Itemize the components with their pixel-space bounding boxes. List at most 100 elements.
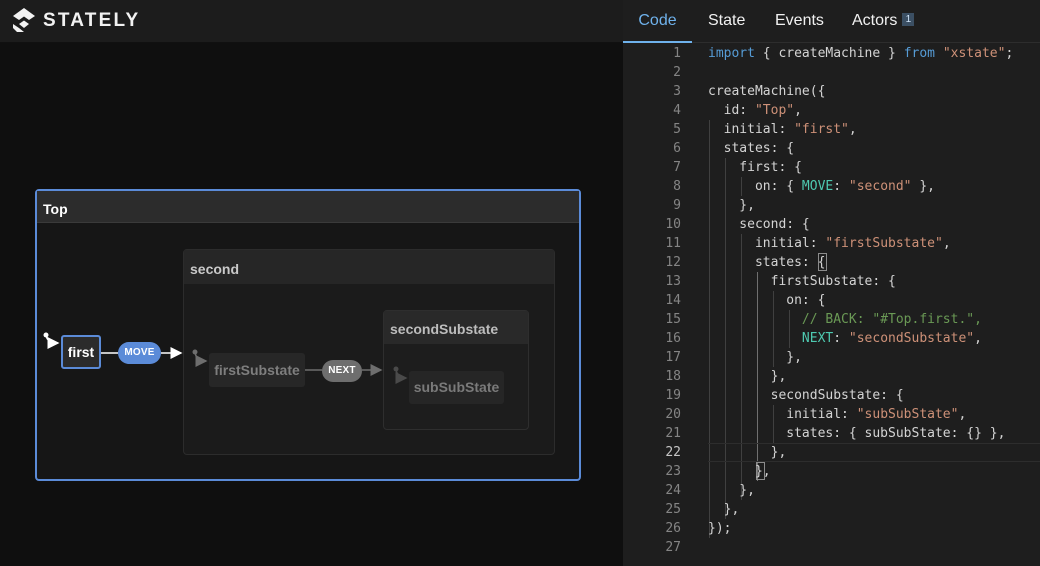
line-number: 19: [665, 388, 681, 403]
line-number: 5: [673, 122, 681, 137]
line-number: 13: [665, 274, 681, 289]
code-line[interactable]: 23 },: [623, 462, 1040, 481]
code-token: ,: [848, 122, 857, 137]
code-token: states: { subSubState: {} },: [708, 426, 1006, 441]
code-token: initial:: [708, 122, 795, 137]
code-line[interactable]: 8 on: { MOVE: "second" },: [623, 177, 1040, 196]
code-token: "Top": [754, 103, 795, 118]
code-token: ;: [1005, 46, 1014, 61]
state-first-substate[interactable]: firstSubstate: [209, 353, 305, 387]
code-line[interactable]: 20 initial: "subSubState",: [623, 405, 1040, 424]
tab-code-label: Code: [638, 12, 677, 29]
code-token: },: [708, 198, 755, 213]
code-token: states: {: [708, 255, 826, 270]
code-text: initial: "first",: [708, 120, 857, 139]
state-second-substate[interactable]: secondSubstate: [383, 310, 529, 430]
code-token: ,: [974, 331, 982, 346]
code-token: secondSubstate: {: [708, 388, 904, 403]
code-line[interactable]: 5 initial: "first",: [623, 120, 1040, 139]
code-line[interactable]: 7 first: {: [623, 158, 1040, 177]
code-token: states: {: [708, 141, 795, 156]
code-token: initial:: [708, 407, 857, 422]
brand-name[interactable]: STATELY: [43, 10, 140, 32]
code-editor[interactable]: 1 import { createMachine } from "xstate";…: [623, 44, 1040, 566]
code-line[interactable]: 17 },: [623, 348, 1040, 367]
code-line[interactable]: 4 id: "Top",: [623, 101, 1040, 120]
code-line[interactable]: 11 initial: "firstSubstate",: [623, 234, 1040, 253]
tab-events[interactable]: Events: [775, 0, 824, 43]
line-number: 20: [665, 407, 681, 422]
code-line[interactable]: 14 on: {: [623, 291, 1040, 310]
code-token: },: [708, 502, 740, 517]
state-top-label: Top: [37, 191, 579, 223]
code-text: },: [708, 348, 802, 367]
code-line[interactable]: 24 },: [623, 481, 1040, 500]
code-line[interactable]: 10 second: {: [623, 215, 1040, 234]
code-token: on: {: [708, 293, 826, 308]
code-line[interactable]: 2: [623, 63, 1040, 82]
code-token: id:: [708, 103, 755, 118]
panel-tabs: Code State Events Actors 1: [623, 0, 1040, 43]
code-line[interactable]: 6 states: {: [623, 139, 1040, 158]
code-line[interactable]: 25 },: [623, 500, 1040, 519]
state-first[interactable]: first: [61, 335, 101, 369]
code-text: },: [708, 462, 771, 481]
code-text: },: [708, 367, 787, 386]
code-line[interactable]: 15 // BACK: "#Top.first.",: [623, 310, 1040, 329]
code-text: },: [708, 196, 755, 215]
line-number: 2: [673, 65, 681, 80]
code-token: });: [708, 521, 732, 536]
code-text: });: [708, 519, 731, 538]
code-line[interactable]: 16 NEXT: "secondSubstate",: [623, 329, 1040, 348]
code-token: initial:: [708, 236, 826, 251]
event-move-button[interactable]: MOVE: [118, 342, 161, 364]
tab-state[interactable]: State: [708, 0, 745, 43]
code-text: secondSubstate: {: [708, 386, 904, 405]
code-line[interactable]: 21 states: { subSubState: {} },: [623, 424, 1040, 443]
code-token: firstSubstate: {: [708, 274, 896, 289]
tab-state-label: State: [708, 12, 746, 29]
code-line[interactable]: 1 import { createMachine } from "xstate";: [623, 44, 1040, 63]
statechart-canvas[interactable]: Top second secondSubstate first firstSub…: [0, 43, 623, 566]
code-token: ,: [942, 236, 951, 251]
code-token: "second": [848, 179, 912, 194]
code-line[interactable]: 9 },: [623, 196, 1040, 215]
line-number: 23: [665, 464, 681, 479]
line-number: 27: [665, 540, 681, 555]
event-next-button[interactable]: NEXT: [322, 360, 362, 382]
line-number: 9: [673, 198, 681, 213]
code-token: // BACK: "#Top.first.",: [801, 312, 982, 327]
code-text: firstSubstate: {: [708, 272, 896, 291]
code-text: import { createMachine } from "xstate";: [708, 44, 1013, 63]
line-number: 11: [665, 236, 681, 251]
code-token: "xstate": [942, 46, 1006, 61]
code-token: },: [708, 445, 787, 460]
stately-logo-icon[interactable]: [12, 7, 36, 33]
code-line[interactable]: 27: [623, 538, 1040, 557]
code-line[interactable]: 3 createMachine({: [623, 82, 1040, 101]
code-token: "subSubState": [856, 407, 959, 422]
code-token: { createMachine }: [754, 46, 904, 61]
code-line[interactable]: 26});: [623, 519, 1040, 538]
code-line[interactable]: 12 states: {: [623, 253, 1040, 272]
code-line[interactable]: 18 },: [623, 367, 1040, 386]
code-line[interactable]: 22 },: [623, 443, 1040, 462]
state-sub-sub-state[interactable]: subSubState: [409, 371, 504, 404]
line-number: 24: [665, 483, 681, 498]
code-text: id: "Top",: [708, 101, 802, 120]
line-number: 8: [673, 179, 681, 194]
code-token: MOVE: [801, 179, 834, 194]
tab-code[interactable]: Code: [623, 0, 692, 43]
state-second-substate-label: secondSubstate: [384, 311, 528, 344]
code-line[interactable]: 13 firstSubstate: {: [623, 272, 1040, 291]
line-number: 3: [673, 84, 681, 99]
line-number: 16: [665, 331, 681, 346]
line-number: 1: [673, 46, 681, 61]
tab-actors[interactable]: Actors 1: [852, 0, 915, 43]
code-text: NEXT: "secondSubstate",: [708, 329, 982, 348]
code-line[interactable]: 19 secondSubstate: {: [623, 386, 1040, 405]
code-text: initial: "firstSubstate",: [708, 234, 951, 253]
